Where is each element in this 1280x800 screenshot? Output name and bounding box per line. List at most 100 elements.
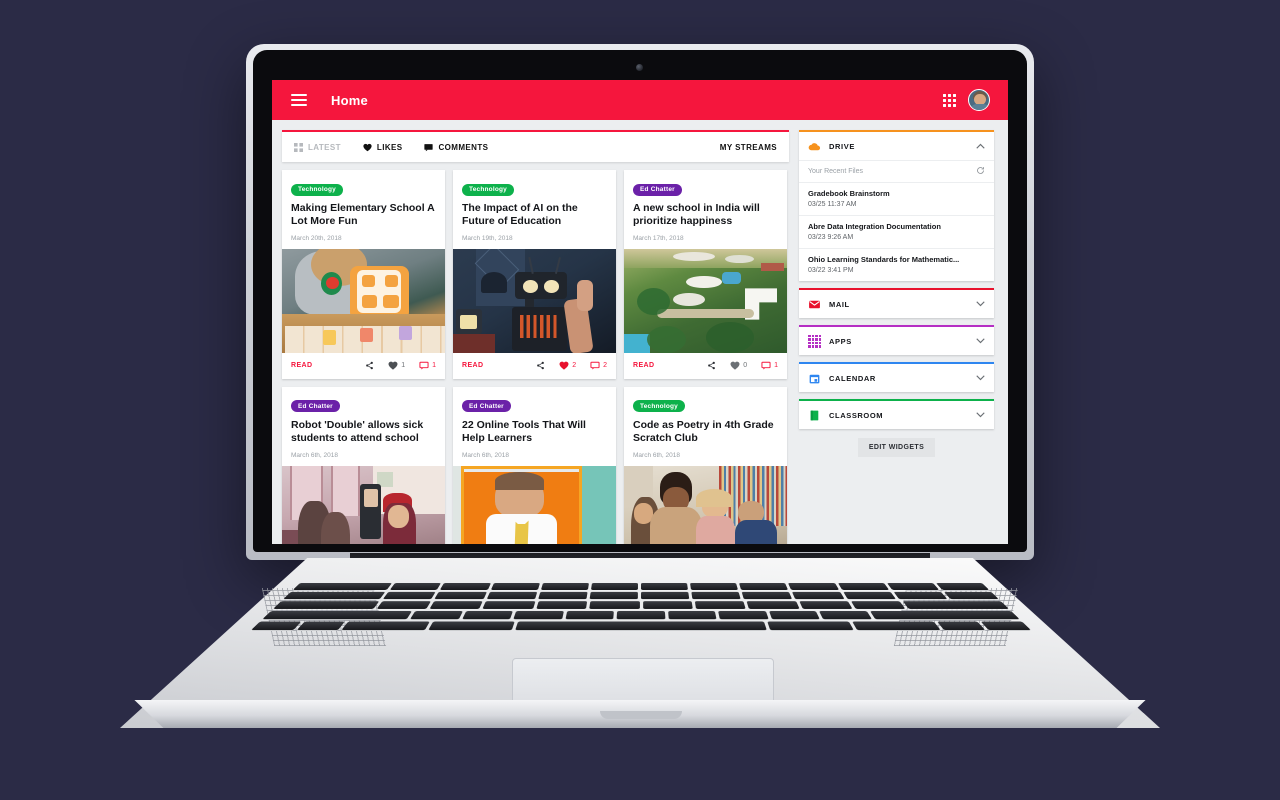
- widget-mail: MAIL: [799, 288, 994, 318]
- refresh-icon[interactable]: [976, 166, 985, 177]
- read-button[interactable]: READ: [462, 362, 483, 369]
- widget-drive: DRIVE Your Recent Files Gradebook Brains…: [799, 130, 994, 281]
- heart-icon: [559, 361, 569, 370]
- category-tag[interactable]: Technology: [291, 183, 343, 196]
- recent-files-label: Your Recent Files: [808, 168, 863, 175]
- widget-apps-header[interactable]: APPS: [799, 327, 994, 355]
- card-header: Ed Chatter Robot 'Double' allows sick st…: [282, 387, 445, 466]
- article-card[interactable]: Technology Code as Poetry in 4th Grade S…: [624, 386, 787, 544]
- app-header: Home: [272, 80, 1008, 120]
- article-card[interactable]: Ed Chatter Robot 'Double' allows sick st…: [282, 386, 445, 544]
- apps-dots-icon: [808, 334, 821, 348]
- card-date: March 6th, 2018: [462, 451, 509, 459]
- like-button[interactable]: 1: [388, 361, 405, 370]
- comment-button[interactable]: 2: [590, 361, 607, 370]
- chevron-down-icon[interactable]: [976, 411, 985, 420]
- category-tag[interactable]: Ed Chatter: [291, 400, 340, 413]
- card-image-child-robot: [282, 248, 445, 353]
- share-button[interactable]: [707, 361, 716, 370]
- recent-files-header: Your Recent Files: [799, 160, 994, 182]
- widget-classroom: CLASSROOM: [799, 399, 994, 429]
- edit-widgets-wrap: EDIT WIDGETS: [799, 436, 994, 457]
- tab-likes[interactable]: LIKES: [363, 143, 403, 152]
- edit-widgets-button[interactable]: EDIT WIDGETS: [857, 438, 936, 457]
- chevron-down-icon[interactable]: [976, 300, 985, 309]
- widgets-column: DRIVE Your Recent Files Gradebook Brains…: [799, 130, 994, 534]
- drive-file-row[interactable]: Ohio Learning Standards for Mathematic..…: [799, 248, 994, 281]
- share-icon: [708, 362, 716, 370]
- like-count: 1: [401, 362, 406, 370]
- laptop-mockup: Home LATEST LIKES COMMENTS MY STREAMS Te…: [0, 0, 1280, 800]
- widget-drive-title: DRIVE: [829, 141, 855, 151]
- drive-file-row[interactable]: Gradebook Brainstorm 03/25 11:37 AM: [799, 182, 994, 215]
- chevron-down-icon[interactable]: [976, 337, 985, 346]
- widget-calendar-header[interactable]: CALENDAR: [799, 364, 994, 392]
- share-icon: [537, 362, 545, 370]
- comment-button[interactable]: 1: [761, 361, 778, 370]
- file-time: 03/23 9:26 AM: [808, 234, 854, 241]
- screen: Home LATEST LIKES COMMENTS MY STREAMS Te…: [272, 80, 1008, 544]
- card-actions: READ: [453, 353, 616, 379]
- widget-apps-title: APPS: [829, 336, 852, 346]
- card-title: The Impact of AI on the Future of Educat…: [462, 202, 578, 228]
- keyboard: [250, 583, 1032, 631]
- like-button[interactable]: 0: [730, 361, 747, 370]
- like-count: 2: [572, 362, 577, 370]
- main-content: LATEST LIKES COMMENTS MY STREAMS Technol…: [272, 120, 1008, 544]
- comment-button[interactable]: 1: [419, 361, 436, 370]
- chevron-up-icon[interactable]: [976, 142, 985, 151]
- my-streams-link[interactable]: MY STREAMS: [720, 143, 777, 152]
- category-tag[interactable]: Technology: [633, 400, 685, 413]
- chevron-down-icon[interactable]: [976, 374, 985, 383]
- read-button[interactable]: READ: [633, 362, 654, 369]
- comment-icon: [419, 362, 429, 370]
- like-button[interactable]: 2: [559, 361, 576, 370]
- file-name: Gradebook Brainstorm: [808, 189, 890, 198]
- tab-comments[interactable]: COMMENTS: [424, 143, 488, 152]
- card-header: Technology Making Elementary School A Lo…: [282, 170, 445, 249]
- comment-count: 1: [774, 362, 778, 370]
- card-title: A new school in India will prioritize ha…: [633, 202, 760, 228]
- drive-file-row[interactable]: Abre Data Integration Documentation 03/2…: [799, 215, 994, 248]
- card-title: 22 Online Tools That Will Help Learners: [462, 418, 586, 445]
- card-image-teacher-orange-board: [453, 465, 616, 544]
- card-image-ai-robot: [453, 248, 616, 353]
- card-actions: READ: [282, 353, 445, 379]
- read-button[interactable]: READ: [291, 362, 312, 369]
- file-time: 03/22 3:41 PM: [808, 267, 854, 274]
- article-card[interactable]: Ed Chatter A new school in India will pr…: [624, 170, 787, 379]
- heart-icon: [388, 361, 398, 370]
- share-button[interactable]: [536, 361, 545, 370]
- card-actions: READ: [624, 353, 787, 379]
- mail-envelope-icon: [809, 300, 820, 308]
- share-button[interactable]: [365, 361, 374, 370]
- feed-column: LATEST LIKES COMMENTS MY STREAMS Technol…: [282, 130, 789, 544]
- tab-latest[interactable]: LATEST: [294, 142, 341, 152]
- file-time: 03/25 11:37 AM: [808, 201, 857, 208]
- category-tag[interactable]: Technology: [462, 183, 514, 196]
- category-tag[interactable]: Ed Chatter: [462, 400, 511, 413]
- card-header: Technology The Impact of AI on the Futur…: [453, 170, 616, 249]
- grid-tiles-icon: [294, 142, 303, 152]
- widget-drive-header[interactable]: DRIVE: [799, 132, 994, 160]
- article-card[interactable]: Technology The Impact of AI on the Futur…: [453, 170, 616, 379]
- widget-mail-header[interactable]: MAIL: [799, 290, 994, 318]
- widget-classroom-header[interactable]: CLASSROOM: [799, 401, 994, 429]
- article-card[interactable]: Technology Making Elementary School A Lo…: [282, 170, 445, 379]
- user-avatar[interactable]: [968, 89, 990, 111]
- heart-icon: [363, 143, 372, 151]
- tab-likes-label: LIKES: [376, 142, 403, 152]
- tab-latest-label: LATEST: [308, 142, 341, 152]
- classroom-icon: [810, 410, 819, 420]
- category-tag[interactable]: Ed Chatter: [633, 183, 682, 196]
- comment-icon: [590, 362, 600, 370]
- card-grid: Technology Making Elementary School A Lo…: [282, 170, 789, 544]
- card-header: Technology Code as Poetry in 4th Grade S…: [624, 387, 787, 466]
- file-name: Ohio Learning Standards for Mathematic..…: [808, 255, 960, 264]
- article-card[interactable]: Ed Chatter 22 Online Tools That Will Hel…: [453, 386, 616, 544]
- calendar-icon: [809, 374, 820, 383]
- hamburger-menu-icon[interactable]: [291, 94, 307, 106]
- card-header: Ed Chatter A new school in India will pr…: [624, 170, 787, 249]
- apps-grid-icon[interactable]: [943, 93, 956, 107]
- comment-count: 2: [603, 362, 607, 370]
